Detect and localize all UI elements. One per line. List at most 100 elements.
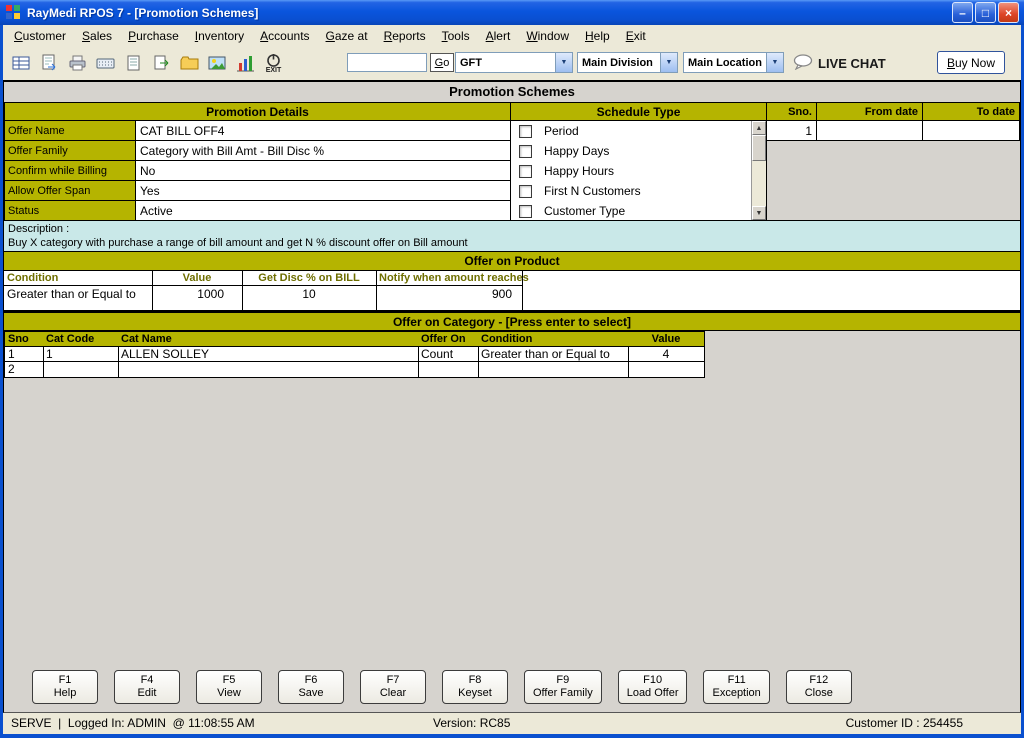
scroll-up-icon[interactable]: ▲ — [752, 121, 766, 135]
menu-customer[interactable]: Customer — [6, 27, 74, 45]
schedule-row-happy-hours[interactable]: Happy Hours — [511, 161, 766, 181]
table-cell[interactable]: Count — [418, 347, 478, 362]
keyboard-icon[interactable] — [93, 48, 118, 78]
menu-window[interactable]: Window — [518, 27, 577, 45]
schedule-row-period[interactable]: Period — [511, 121, 766, 141]
table-cell[interactable] — [418, 362, 478, 377]
export-icon[interactable] — [149, 48, 174, 78]
category-col-cat-name: Cat Name ALLEN SOLLEY — [118, 332, 419, 377]
menu-reports[interactable]: Reports — [376, 27, 434, 45]
live-chat-link[interactable]: LIVE CHAT — [793, 54, 886, 73]
menu-gaze-at[interactable]: Gaze at — [318, 27, 376, 45]
menu-tools[interactable]: Tools — [434, 27, 478, 45]
promotion-details-header: Promotion Details — [4, 102, 511, 121]
keyset-button[interactable]: F8 Keyset — [442, 670, 508, 704]
table-cell[interactable] — [478, 362, 628, 377]
fkey-label: Save — [298, 687, 324, 699]
location-select[interactable]: Main Location ▼ — [683, 52, 784, 73]
clear-button[interactable]: F7 Clear — [360, 670, 426, 704]
view-button[interactable]: F5 View — [196, 670, 262, 704]
live-chat-label: LIVE CHAT — [818, 56, 886, 71]
menu-sales[interactable]: Sales — [74, 27, 120, 45]
minimize-button[interactable]: – — [952, 2, 973, 23]
from-date-cell[interactable] — [816, 120, 923, 141]
menu-inventory[interactable]: Inventory — [187, 27, 252, 45]
offer-name-value[interactable]: CAT BILL OFF4 — [135, 120, 511, 141]
grid-icon[interactable] — [9, 48, 34, 78]
chart-icon[interactable] — [233, 48, 258, 78]
column-header: Sno — [5, 332, 43, 347]
allow-offer-span-value[interactable]: Yes — [135, 180, 511, 201]
table-cell[interactable] — [43, 362, 118, 377]
to-date-cell[interactable] — [922, 120, 1020, 141]
checkbox-period[interactable] — [519, 124, 532, 138]
toolbar-search-input[interactable] — [347, 53, 427, 72]
company-select[interactable]: GFT ▼ — [455, 52, 573, 73]
image-icon[interactable] — [205, 48, 230, 78]
offer-family-value[interactable]: Category with Bill Amt - Bill Disc % — [135, 140, 511, 161]
schedule-row-first-n-customers[interactable]: First N Customers — [511, 181, 766, 201]
save-icon[interactable] — [37, 48, 62, 78]
checkbox-happy-hours[interactable] — [519, 164, 532, 178]
schedule-item-label: Customer Type — [544, 204, 626, 218]
function-key-bar: F1 Help F4 Edit F5 View F6 Save F7 Clear… — [32, 670, 852, 704]
close-form-button[interactable]: F12 Close — [785, 670, 852, 704]
fkey-key: F11 — [727, 674, 746, 686]
table-cell[interactable]: 1000 — [152, 286, 242, 301]
fkey-label: Help — [53, 687, 77, 699]
title-bar[interactable]: RayMedi RPOS 7 - [Promotion Schemes] – □… — [0, 0, 1024, 25]
scrollbar-thumb[interactable] — [752, 135, 766, 161]
buy-now-button[interactable]: Buy Now — [937, 51, 1005, 74]
exit-icon[interactable]: EXIT — [261, 48, 286, 78]
table-cell[interactable]: 900 — [376, 286, 522, 301]
checkbox-customer-type[interactable] — [519, 204, 532, 218]
document-icon[interactable] — [121, 48, 146, 78]
fkey-key: F5 — [222, 674, 236, 686]
sno-cell[interactable]: 1 — [766, 120, 817, 141]
confirm-while-billing-value[interactable]: No — [135, 160, 511, 181]
menu-alert[interactable]: Alert — [478, 27, 519, 45]
table-cell[interactable] — [628, 362, 704, 377]
menu-help[interactable]: Help — [577, 27, 618, 45]
go-button[interactable]: Go — [430, 53, 454, 72]
load-offer-button[interactable]: F10 Load Offer — [617, 670, 688, 704]
window-title: RayMedi RPOS 7 - [Promotion Schemes] — [27, 5, 259, 20]
chevron-down-icon[interactable]: ▼ — [766, 53, 783, 72]
table-cell[interactable]: 2 — [5, 362, 43, 377]
table-cell[interactable]: 1 — [5, 347, 43, 362]
table-cell[interactable] — [118, 362, 418, 377]
schedule-item-label: Period — [544, 124, 579, 138]
fkey-key: F1 — [58, 674, 72, 686]
category-col-sno: Sno 1 2 — [5, 332, 44, 377]
help-button[interactable]: F1 Help — [32, 670, 98, 704]
checkbox-happy-days[interactable] — [519, 144, 532, 158]
status-value[interactable]: Active — [135, 200, 511, 221]
menu-accounts[interactable]: Accounts — [252, 27, 317, 45]
edit-button[interactable]: F4 Edit — [114, 670, 180, 704]
menu-purchase[interactable]: Purchase — [120, 27, 187, 45]
table-cell[interactable]: 4 — [628, 347, 704, 362]
table-cell[interactable]: 10 — [242, 286, 376, 301]
offer-family-button[interactable]: F9 Offer Family — [524, 670, 602, 704]
folder-icon[interactable] — [177, 48, 202, 78]
schedule-scrollbar[interactable]: ▲ ▼ — [751, 121, 766, 220]
print-icon[interactable] — [65, 48, 90, 78]
status-login-info: SERVE | Logged In: ADMIN @ 11:08:55 AM — [11, 716, 255, 730]
scroll-down-icon[interactable]: ▼ — [752, 206, 766, 220]
close-button[interactable]: × — [998, 2, 1019, 23]
table-cell[interactable]: Greater than or Equal to — [4, 286, 152, 301]
division-select[interactable]: Main Division ▼ — [577, 52, 678, 73]
exception-button[interactable]: F11 Exception — [703, 670, 770, 704]
schedule-row-happy-days[interactable]: Happy Days — [511, 141, 766, 161]
save-button[interactable]: F6 Save — [278, 670, 344, 704]
maximize-button[interactable]: □ — [975, 2, 996, 23]
menu-exit[interactable]: Exit — [618, 27, 654, 45]
checkbox-first-n-customers[interactable] — [519, 184, 532, 198]
chevron-down-icon[interactable]: ▼ — [660, 53, 677, 72]
table-cell[interactable]: ALLEN SOLLEY — [118, 347, 418, 362]
category-col-value: Value 4 — [628, 332, 704, 377]
schedule-row-customer-type[interactable]: Customer Type — [511, 201, 766, 221]
table-cell[interactable]: 1 — [43, 347, 118, 362]
chevron-down-icon[interactable]: ▼ — [555, 53, 572, 72]
table-cell[interactable]: Greater than or Equal to — [478, 347, 628, 362]
